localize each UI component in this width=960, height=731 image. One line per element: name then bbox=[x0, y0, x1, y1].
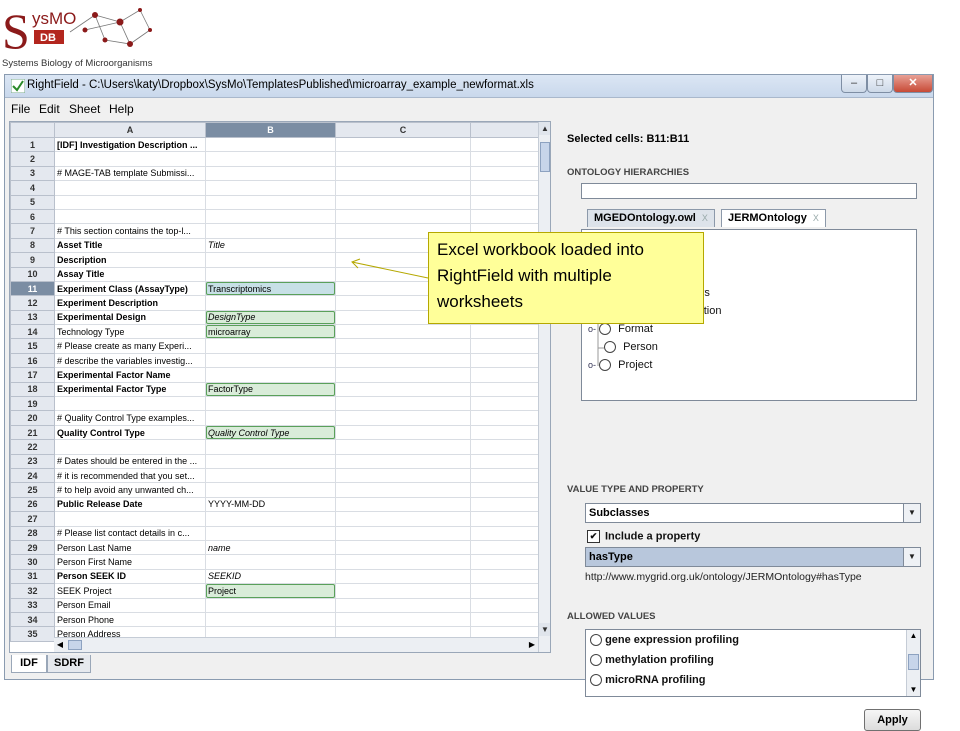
callout-annotation: Excel workbook loaded into RightField wi… bbox=[428, 232, 704, 324]
callout-arrow bbox=[351, 258, 429, 279]
